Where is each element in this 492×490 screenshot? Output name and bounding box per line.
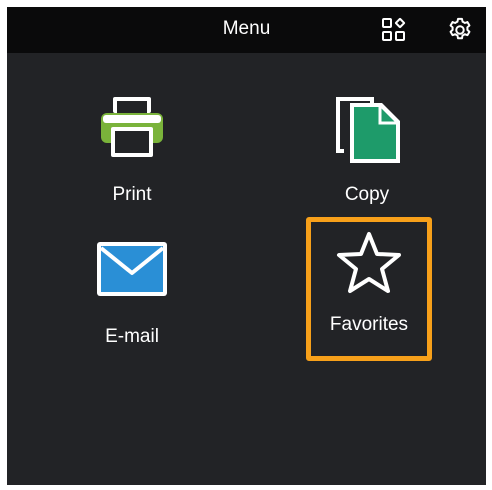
settings-button[interactable] [443,13,477,47]
print-label: Print [112,184,152,205]
envelope-icon [97,242,167,296]
apps-button[interactable] [377,13,411,47]
menu-screen: Menu Print Copy E-mail Favorites [7,7,486,485]
print-tile[interactable]: Print [67,87,197,207]
gear-icon [449,17,471,40]
copy-documents-icon [336,97,400,163]
email-label: E-mail [105,326,159,347]
email-tile[interactable]: E-mail [67,232,197,352]
copy-label: Copy [344,184,390,205]
favorites-tile[interactable]: Favorites [306,217,432,361]
header-bar: Menu [7,7,486,53]
favorites-label: Favorites [329,314,409,335]
printer-icon [101,97,163,157]
page-title: Menu [222,18,271,39]
apps-grid-icon [382,17,406,41]
star-icon [337,232,401,293]
copy-tile[interactable]: Copy [302,87,432,207]
